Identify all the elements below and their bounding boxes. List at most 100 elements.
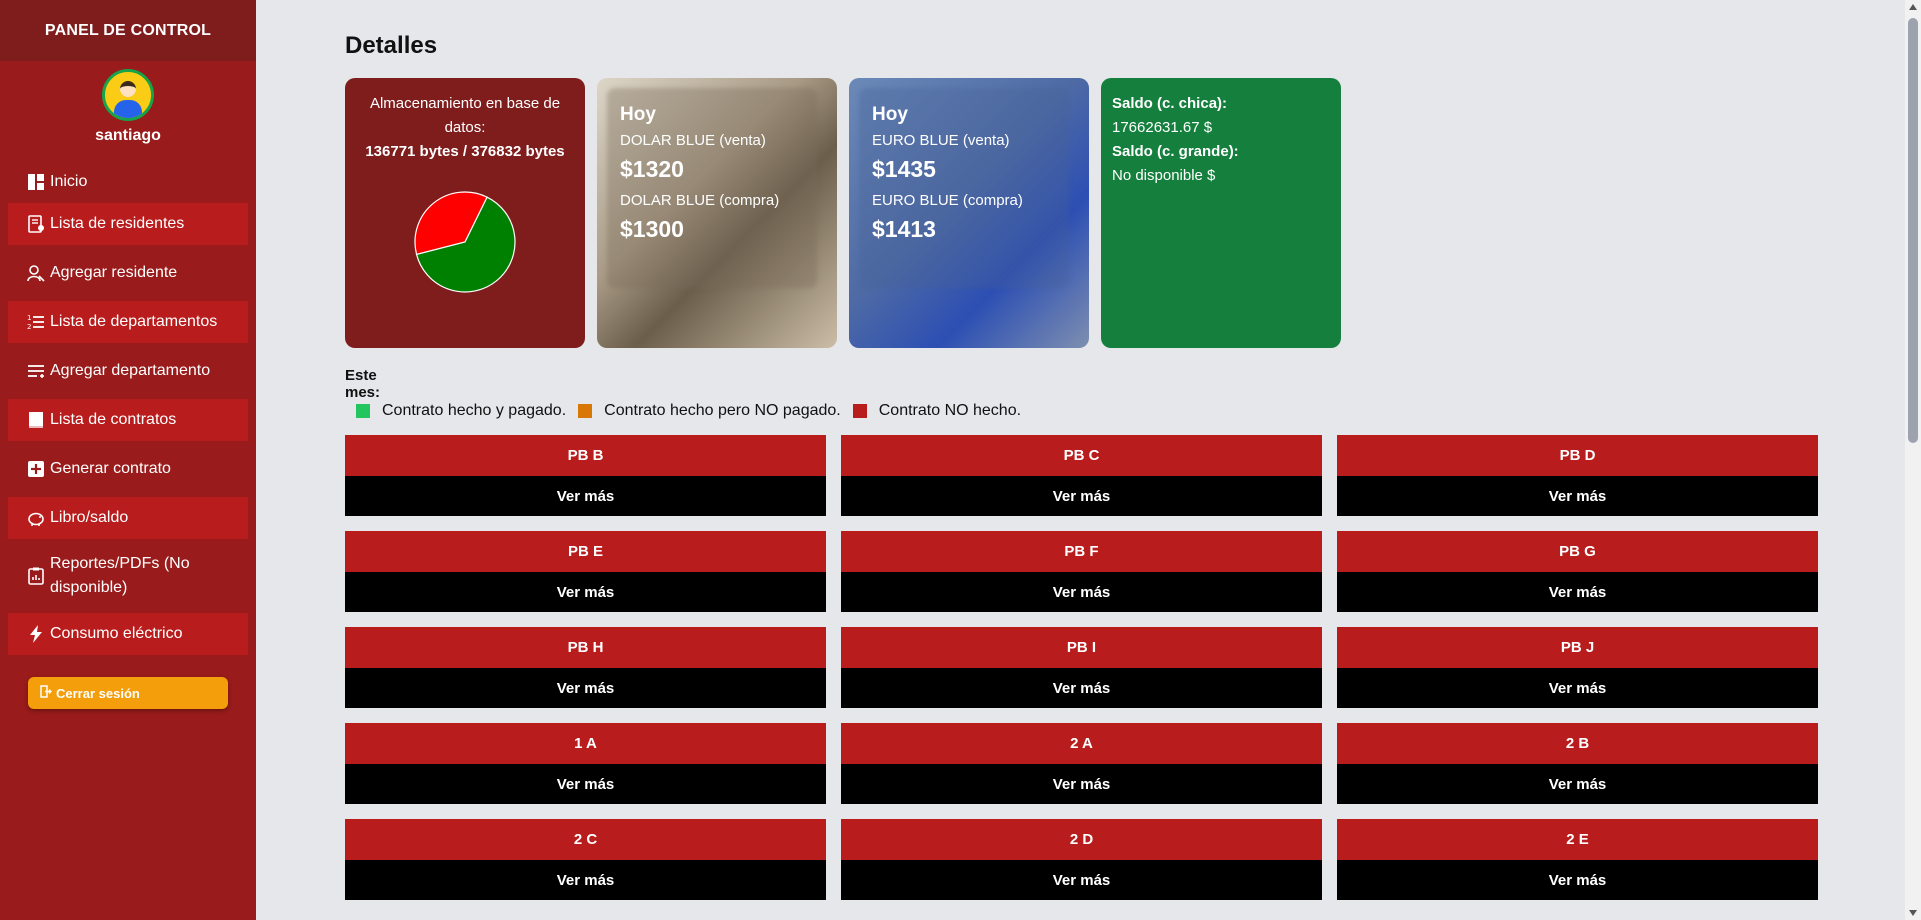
ver-mas-button[interactable]: Ver más xyxy=(1337,668,1818,708)
sidebar-item-reportes[interactable]: Reportes/PDFs (No disponible) xyxy=(8,546,248,606)
ver-mas-button[interactable]: Ver más xyxy=(345,860,826,900)
sidebar-title: PANEL DE CONTROL xyxy=(0,0,256,61)
sidebar-item-label: Generar contrato xyxy=(50,460,171,477)
saldo-card: Saldo (c. chica): 17662631.67 $ Saldo (c… xyxy=(1101,78,1341,348)
unit-name: 2 B xyxy=(1337,723,1818,764)
sidebar-item-lista-residentes[interactable]: Lista de residentes xyxy=(8,203,248,245)
legend-swatch-none xyxy=(852,404,867,418)
unit-card: 2 B Ver más xyxy=(1337,723,1818,804)
ver-mas-button[interactable]: Ver más xyxy=(1337,572,1818,612)
unit-name: 2 E xyxy=(1337,819,1818,860)
euro-blue-card: Hoy EURO BLUE (venta) $1435 EURO BLUE (c… xyxy=(849,78,1089,348)
unit-name: PB D xyxy=(1337,435,1818,476)
unit-name: PB C xyxy=(841,435,1322,476)
unit-card: PB E Ver más xyxy=(345,531,826,612)
saldo-grande-value: No disponible $ xyxy=(1112,167,1216,184)
legend-swatch-paid xyxy=(356,404,370,418)
dollar-blue-card: Hoy DOLAR BLUE (venta) $1320 DOLAR BLUE … xyxy=(597,78,837,348)
unit-name: PB B xyxy=(345,435,826,476)
sidebar-item-label: Inicio xyxy=(50,173,88,190)
sidebar-item-label: Reportes/PDFs (No disponible) xyxy=(50,555,190,596)
dollar-sell-value: $1320 xyxy=(620,156,684,182)
report-icon xyxy=(26,566,46,586)
legend-label-none: Contrato NO hecho. xyxy=(878,402,1022,419)
dollar-buy-label: DOLAR BLUE (compra) xyxy=(620,192,780,209)
unit-card: PB D Ver más xyxy=(1337,435,1818,516)
logout-button[interactable]: Cerrar sesión xyxy=(28,677,228,709)
username: santiago xyxy=(95,127,161,144)
unit-name: PB G xyxy=(1337,531,1818,572)
sidebar-item-lista-departamentos[interactable]: 12 Lista de departamentos xyxy=(8,301,248,343)
dollar-sell-label: DOLAR BLUE (venta) xyxy=(620,132,766,149)
ver-mas-button[interactable]: Ver más xyxy=(841,860,1322,900)
euro-buy-label: EURO BLUE (compra) xyxy=(872,192,1023,209)
sidebar-item-consumo-electrico[interactable]: Consumo eléctrico xyxy=(8,613,248,655)
unit-card: PB B Ver más xyxy=(345,435,826,516)
scroll-up-arrow-icon[interactable] xyxy=(1909,4,1917,10)
euro-buy-value: $1413 xyxy=(872,216,936,242)
unit-card: PB J Ver más xyxy=(1337,627,1818,708)
unit-name: PB I xyxy=(841,627,1322,668)
playlist-add-icon xyxy=(26,361,46,381)
db-storage-pie-chart xyxy=(414,191,516,293)
page-title: Detalles xyxy=(345,32,438,59)
unit-card: 2 A Ver más xyxy=(841,723,1322,804)
legend-label-paid: Contrato hecho y pagado. xyxy=(382,402,567,419)
sidebar-nav: Inicio Lista de residentes Agregar resid… xyxy=(0,161,256,655)
user-block: santiago xyxy=(0,69,256,145)
unit-name: 2 C xyxy=(345,819,826,860)
unit-card: 2 D Ver más xyxy=(841,819,1322,900)
residents-list-icon xyxy=(26,214,46,234)
ver-mas-button[interactable]: Ver más xyxy=(1337,476,1818,516)
month-label: Este mes: xyxy=(345,367,381,401)
db-storage-card: Almacenamiento en base de datos: 136771 … xyxy=(345,78,585,348)
unit-name: PB E xyxy=(345,531,826,572)
dollar-today-label: Hoy xyxy=(620,104,656,125)
unit-card: 2 C Ver más xyxy=(345,819,826,900)
sidebar-item-label: Lista de departamentos xyxy=(50,313,218,330)
ver-mas-button[interactable]: Ver más xyxy=(1337,764,1818,804)
ver-mas-button[interactable]: Ver más xyxy=(345,764,826,804)
sidebar-item-libro-saldo[interactable]: Libro/saldo xyxy=(8,497,248,539)
unit-name: PB F xyxy=(841,531,1322,572)
unit-card: 1 A Ver más xyxy=(345,723,826,804)
unit-name: 2 A xyxy=(841,723,1322,764)
unit-card: 2 E Ver más xyxy=(1337,819,1818,900)
ver-mas-button[interactable]: Ver más xyxy=(841,764,1322,804)
layout-icon xyxy=(26,172,46,192)
logout-icon xyxy=(40,685,52,701)
unit-name: 1 A xyxy=(345,723,826,764)
saldo-chica-value: 17662631.67 $ xyxy=(1112,119,1213,136)
sidebar-item-label: Consumo eléctrico xyxy=(50,625,183,642)
sidebar-item-generar-contrato[interactable]: Generar contrato xyxy=(8,448,248,490)
sidebar-item-label: Libro/saldo xyxy=(50,509,129,526)
numbered-list-icon: 12 xyxy=(26,312,46,332)
sidebar-item-agregar-residente[interactable]: Agregar residente xyxy=(8,252,248,294)
unit-card: PB F Ver más xyxy=(841,531,1322,612)
ver-mas-button[interactable]: Ver más xyxy=(841,668,1322,708)
ver-mas-button[interactable]: Ver más xyxy=(345,668,826,708)
ver-mas-button[interactable]: Ver más xyxy=(345,572,826,612)
unit-name: 2 D xyxy=(841,819,1322,860)
add-user-icon xyxy=(26,263,46,283)
saldo-chica-label: Saldo (c. chica): xyxy=(1112,95,1228,112)
sidebar-item-inicio[interactable]: Inicio xyxy=(8,161,248,203)
svg-text:1: 1 xyxy=(27,314,31,322)
sidebar-item-agregar-departamento[interactable]: Agregar departamento xyxy=(8,350,248,392)
unit-card: PB C Ver más xyxy=(841,435,1322,516)
book-icon xyxy=(26,410,46,430)
avatar xyxy=(102,69,154,121)
scroll-down-arrow-icon[interactable] xyxy=(1909,910,1917,916)
euro-sell-label: EURO BLUE (venta) xyxy=(872,132,1010,149)
ver-mas-button[interactable]: Ver más xyxy=(345,476,826,516)
db-storage-label: Almacenamiento en base de datos: xyxy=(369,95,561,136)
ver-mas-button[interactable]: Ver más xyxy=(841,476,1322,516)
ver-mas-button[interactable]: Ver más xyxy=(1337,860,1818,900)
legend-label-unpaid: Contrato hecho pero NO pagado. xyxy=(604,402,841,419)
unit-name: PB J xyxy=(1337,627,1818,668)
ver-mas-button[interactable]: Ver más xyxy=(841,572,1322,612)
scrollbar[interactable] xyxy=(1905,0,1921,920)
scroll-thumb[interactable] xyxy=(1908,18,1918,443)
legend: Contrato hecho y pagado. Contrato hecho … xyxy=(356,402,1033,420)
sidebar-item-lista-contratos[interactable]: Lista de contratos xyxy=(8,399,248,441)
